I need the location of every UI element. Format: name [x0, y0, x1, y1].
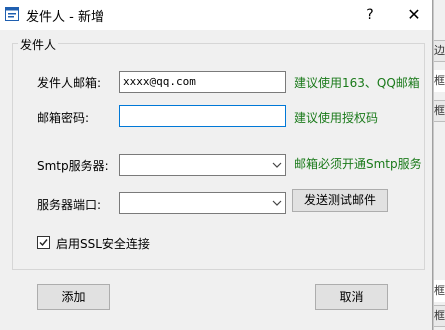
- sender-dialog: 发件人 - 新增 ? ✕ 发件人 发件人邮箱: xxxx@qq.com 建议使用…: [0, 0, 433, 330]
- password-label: 邮箱密码:: [37, 111, 90, 125]
- send-test-email-button[interactable]: 发送测试邮件: [292, 189, 388, 212]
- smtp-server-select[interactable]: [119, 154, 286, 176]
- group-title: 发件人: [18, 36, 59, 53]
- smtp-hint: 邮箱必须开通Smtp服务: [294, 157, 422, 171]
- add-button[interactable]: 添加: [37, 284, 110, 310]
- window-title: 发件人 - 新增: [26, 10, 104, 25]
- background-tab: 边: [434, 40, 445, 62]
- email-label: 发件人邮箱:: [37, 76, 102, 90]
- background-row: 框: [434, 280, 445, 302]
- email-input[interactable]: xxxx@qq.com: [119, 71, 286, 93]
- close-button[interactable]: ✕: [396, 0, 432, 30]
- port-label: 服务器端口:: [37, 198, 102, 212]
- chevron-down-icon: [272, 162, 282, 168]
- ssl-checkbox[interactable]: [37, 236, 50, 249]
- cancel-button[interactable]: 取消: [315, 284, 388, 310]
- password-input[interactable]: [119, 105, 286, 127]
- smtp-label: Smtp服务器:: [37, 159, 109, 173]
- app-icon: [5, 7, 19, 21]
- title-bar: 发件人 - 新增 ? ✕: [0, 0, 432, 30]
- help-button[interactable]: ?: [352, 0, 388, 30]
- port-select[interactable]: [119, 192, 286, 214]
- background-window: 边 框 框 框 框: [433, 0, 445, 330]
- ssl-label[interactable]: 启用SSL安全连接: [56, 235, 150, 252]
- background-row: 框: [434, 100, 445, 122]
- password-hint: 建议使用授权码: [294, 111, 379, 125]
- checkmark-icon: [39, 239, 48, 247]
- background-row: 框: [434, 70, 445, 92]
- chevron-down-icon: [272, 200, 282, 206]
- email-hint: 建议使用163、QQ邮箱: [294, 76, 420, 90]
- background-row: 框: [434, 305, 445, 327]
